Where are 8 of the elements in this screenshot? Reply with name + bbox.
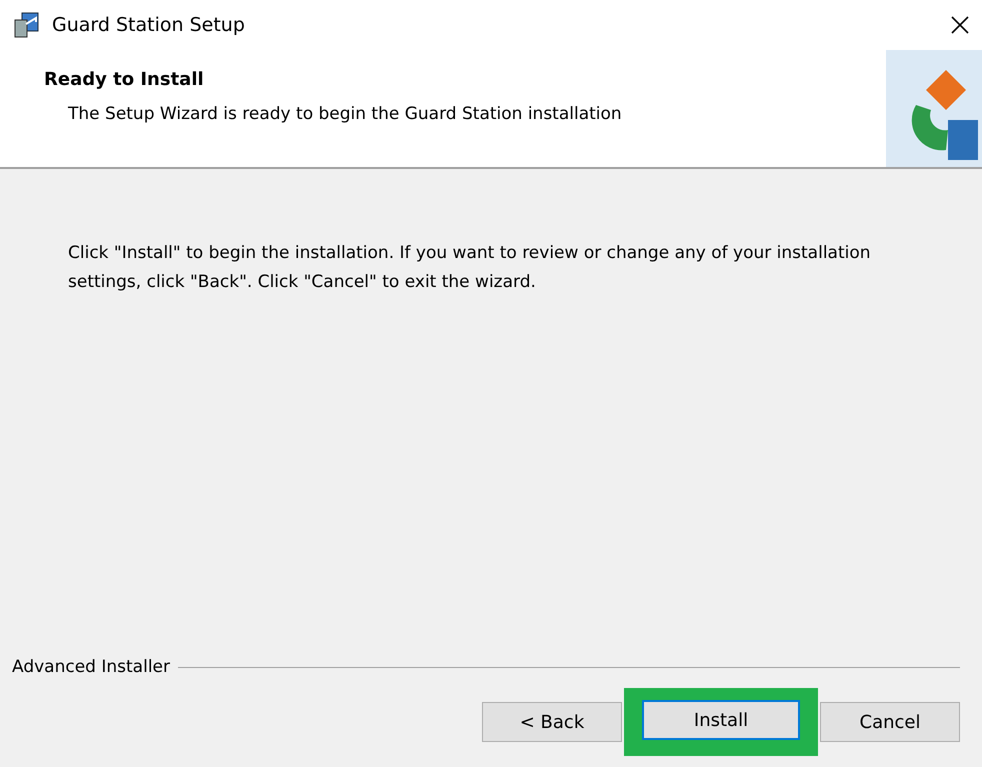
wizard-button[interactable]: Cancel <box>820 702 960 742</box>
page-subtitle: The Setup Wizard is ready to begin the Guard Station installation <box>67 104 622 124</box>
wizard-button[interactable]: < Back <box>482 702 622 742</box>
page-heading: Ready to Install <box>44 69 205 90</box>
window-title: Guard Station Setup <box>52 14 246 36</box>
instructions-text: Click "Install" to begin the installation. If you want to review or change any of your installation settings, click "Back". Click "Cancel" to exit the wizard. <box>68 242 872 294</box>
brand-label: Advanced Installer <box>12 657 170 677</box>
wizard-button[interactable]: Install <box>642 700 800 740</box>
